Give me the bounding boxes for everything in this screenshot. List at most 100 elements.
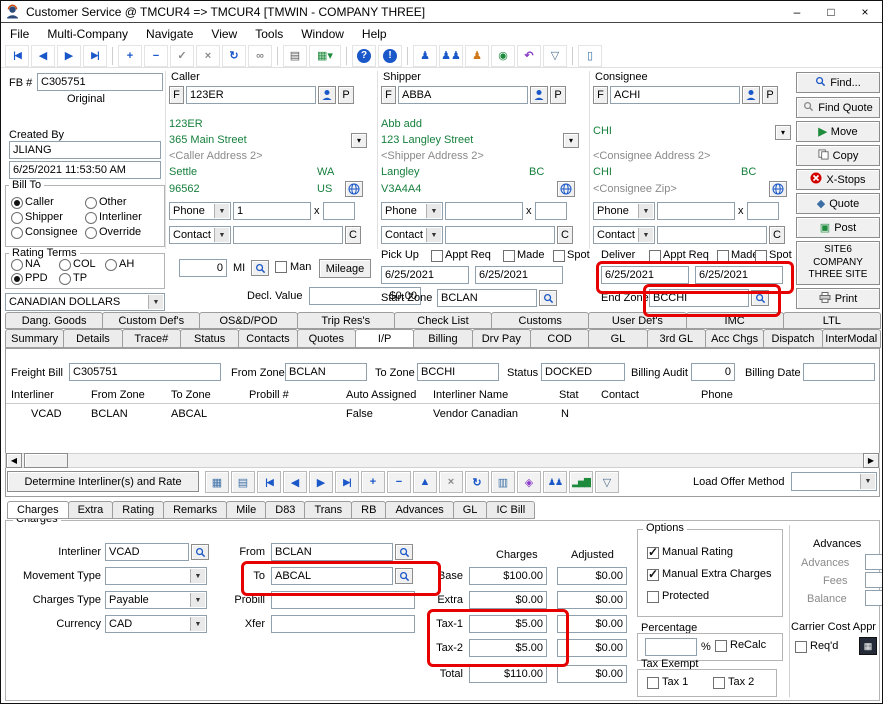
grid-view-icon[interactable]: ▦ xyxy=(205,471,229,493)
protected-checkbox[interactable] xyxy=(647,591,659,603)
ip-to-zone-input[interactable]: BCCHI xyxy=(417,363,499,381)
carrier-contact-icon[interactable]: ♟ xyxy=(465,45,489,67)
grid-prev-icon[interactable]: ◀ xyxy=(283,471,307,493)
tax2-adjusted-input[interactable]: $0.00 xyxy=(557,639,627,657)
consignee-phone-input[interactable] xyxy=(657,202,735,220)
charges-type-select[interactable]: Payable▼ xyxy=(105,591,207,609)
shipper-contact-type-select[interactable]: Contact▼ xyxy=(381,226,443,244)
grid-export-icon[interactable]: ▥ xyxy=(491,471,515,493)
caller-globe-icon[interactable] xyxy=(345,181,363,197)
manual-rating-checkbox[interactable] xyxy=(647,547,659,559)
tab-rb[interactable]: RB xyxy=(351,501,386,519)
add-record-icon[interactable]: + xyxy=(118,45,142,67)
movement-type-select[interactable]: ▼ xyxy=(105,567,207,585)
rating-tp-radio[interactable] xyxy=(59,273,71,285)
total-charge-input[interactable]: $110.00 xyxy=(469,665,547,683)
percentage-input[interactable] xyxy=(645,638,697,656)
consignee-p-button[interactable]: P xyxy=(762,86,778,104)
fb-number-input[interactable]: C305751 xyxy=(37,73,163,91)
binoculars-find-icon[interactable]: ∞ xyxy=(248,45,272,67)
bill-to-override-radio[interactable] xyxy=(85,227,97,239)
pickup-date1-input[interactable]: 6/25/2021 xyxy=(381,266,469,284)
consignee-person-icon[interactable] xyxy=(742,86,760,104)
end-zone-lookup-icon[interactable] xyxy=(751,290,769,306)
rating-col-radio[interactable] xyxy=(59,259,71,271)
shipper-globe-icon[interactable] xyxy=(557,181,575,197)
advances-amount-input[interactable] xyxy=(865,554,883,570)
scroll-right-icon[interactable]: ▶ xyxy=(863,453,879,468)
tab-summary[interactable]: Summary xyxy=(5,329,64,348)
man-checkbox[interactable] xyxy=(275,261,287,273)
new-document-icon[interactable]: ▯ xyxy=(578,45,602,67)
tab-check-list[interactable]: Check List xyxy=(394,312,492,329)
grid-filter-icon[interactable]: ▽ xyxy=(595,471,619,493)
deliver-spot-checkbox[interactable] xyxy=(755,250,767,262)
tax1-adjusted-input[interactable]: $0.00 xyxy=(557,615,627,633)
filter-icon[interactable]: ▽ xyxy=(543,45,567,67)
last-record-icon[interactable]: ▶| xyxy=(83,45,107,67)
tab-d83[interactable]: D83 xyxy=(265,501,305,519)
shipper-phone-type-select[interactable]: Phone▼ xyxy=(381,202,443,220)
next-record-icon[interactable]: ▶ xyxy=(57,45,81,67)
shipper-address-dropdown[interactable]: ▾ xyxy=(563,133,579,148)
shipper-c-button[interactable]: C xyxy=(557,226,573,244)
created-by-user-input[interactable]: JLIANG xyxy=(9,141,161,159)
consignee-phone-type-select[interactable]: Phone▼ xyxy=(593,202,655,220)
grid-cell-auto-assigned[interactable]: False xyxy=(346,408,373,420)
tab-osd-pod[interactable]: OS&D/POD xyxy=(199,312,297,329)
bill-to-caller-radio[interactable] xyxy=(11,197,23,209)
menu-file[interactable]: File xyxy=(1,27,38,41)
charges-currency-select[interactable]: CAD▼ xyxy=(105,615,207,633)
form-view-icon[interactable]: ▤ xyxy=(231,471,255,493)
tab-ip[interactable]: I/P xyxy=(355,329,414,348)
extra-charge-input[interactable]: $0.00 xyxy=(469,591,547,609)
minimize-button[interactable]: – xyxy=(780,2,814,22)
tab-mile[interactable]: Mile xyxy=(226,501,266,519)
load-offer-method-select[interactable]: ▼ xyxy=(791,472,877,491)
refresh-icon[interactable]: ↻ xyxy=(222,45,246,67)
consignee-contact-input[interactable] xyxy=(657,226,767,244)
grid-cell-from-zone[interactable]: BCLAN xyxy=(91,408,128,420)
grid-lock-icon[interactable]: ◈ xyxy=(517,471,541,493)
tab-ic-bill[interactable]: IC Bill xyxy=(486,501,535,519)
copy-button[interactable]: Copy xyxy=(796,145,880,166)
end-zone-input[interactable]: BCCHI xyxy=(649,289,749,307)
find-button[interactable]: Find... xyxy=(796,72,880,93)
shipper-person-icon[interactable] xyxy=(530,86,548,104)
tab-remarks[interactable]: Remarks xyxy=(163,501,227,519)
charges-from-input[interactable]: BCLAN xyxy=(271,543,393,561)
grid-cell-stat[interactable]: N xyxy=(561,408,569,420)
undo-arrow-icon[interactable]: ↶ xyxy=(517,45,541,67)
tax1-charge-input[interactable]: $5.00 xyxy=(469,615,547,633)
caller-f-button[interactable]: F xyxy=(169,86,184,104)
rating-ah-radio[interactable] xyxy=(105,259,117,271)
tab-custom-defs[interactable]: Custom Def's xyxy=(102,312,200,329)
determine-interliners-button[interactable]: Determine Interliner(s) and Rate xyxy=(7,471,199,492)
deliver-date2-input[interactable]: 6/25/2021 xyxy=(695,266,783,284)
scroll-thumb[interactable] xyxy=(24,453,68,468)
print-icon[interactable]: ▤ xyxy=(283,45,307,67)
tax-exempt-2-checkbox[interactable] xyxy=(713,677,725,689)
consignee-f-button[interactable]: F xyxy=(593,86,608,104)
pickup-spot-checkbox[interactable] xyxy=(553,250,565,262)
caller-contact-input[interactable] xyxy=(233,226,343,244)
consignee-code-input[interactable]: ACHI xyxy=(610,86,740,104)
recalc-checkbox[interactable] xyxy=(715,640,727,652)
menu-multi-company[interactable]: Multi-Company xyxy=(38,27,137,41)
interliner-input[interactable]: VCAD xyxy=(105,543,189,561)
ip-from-zone-input[interactable]: BCLAN xyxy=(285,363,367,381)
tab-3rd-gl[interactable]: 3rd GL xyxy=(647,329,706,348)
tab-acc-chgs[interactable]: Acc Chgs xyxy=(705,329,764,348)
tab-user-defs[interactable]: User Def's xyxy=(588,312,686,329)
billing-date-input[interactable] xyxy=(803,363,875,381)
base-charge-input[interactable]: $100.00 xyxy=(469,567,547,585)
charges-from-lookup-icon[interactable] xyxy=(395,544,413,560)
xfer-input[interactable] xyxy=(271,615,415,633)
distance-input[interactable]: 0 xyxy=(179,259,227,277)
tab-ltl[interactable]: LTL xyxy=(783,312,881,329)
caller-c-button[interactable]: C xyxy=(345,226,361,244)
start-zone-input[interactable]: BCLAN xyxy=(437,289,537,307)
first-record-icon[interactable]: |◀ xyxy=(5,45,29,67)
created-by-timestamp-input[interactable]: 6/25/2021 11:53:50 AM xyxy=(9,161,161,179)
maximize-button[interactable]: □ xyxy=(814,2,848,22)
